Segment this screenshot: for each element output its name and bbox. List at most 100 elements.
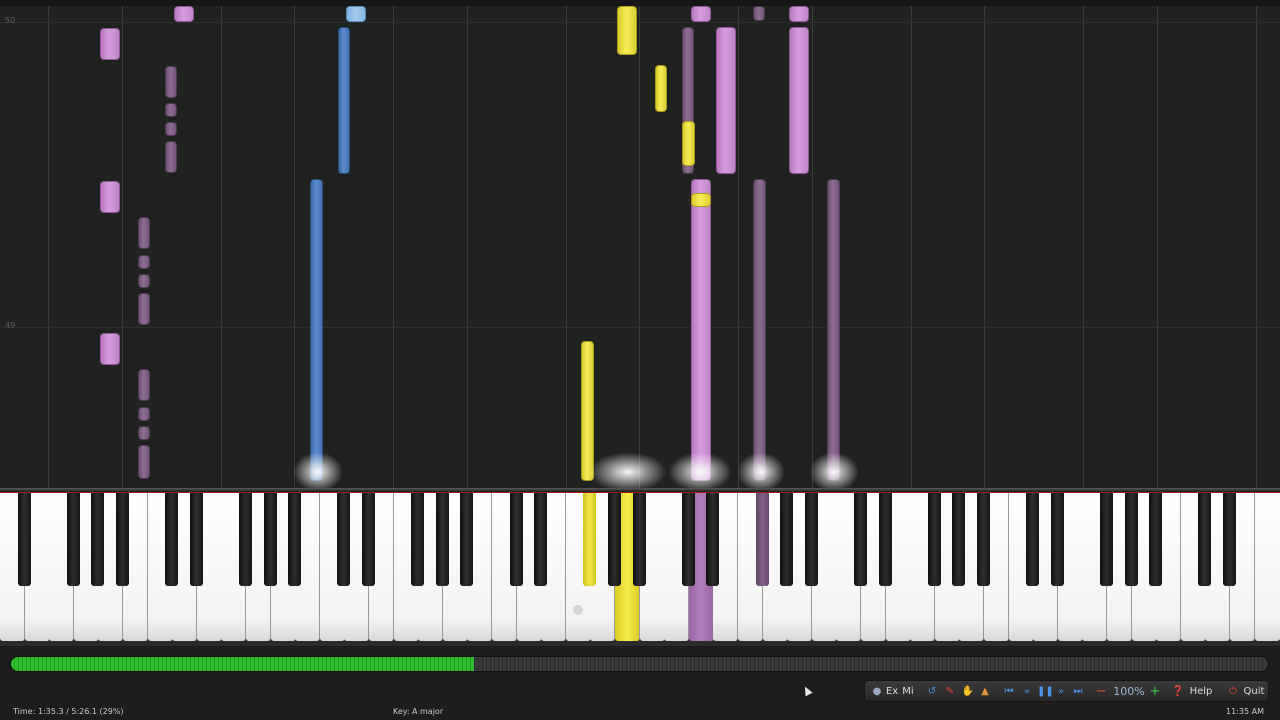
roll-top-border (0, 0, 1280, 6)
playback-toolbar: ● Ex Mi ↺ ✎ ✋ ▲ ⏮ « ❚❚ » ⏭ − 100% + ❓ He… (864, 680, 1269, 702)
octave-line (984, 6, 985, 488)
black-key (534, 493, 548, 586)
key-signature: A major (412, 707, 444, 716)
progress-fill (11, 657, 474, 671)
mi-button[interactable]: Mi (901, 684, 915, 699)
pause-icon[interactable]: ❚❚ (1037, 684, 1054, 699)
note-mauve (138, 426, 150, 440)
note-mauve (165, 122, 177, 136)
black-key (804, 493, 818, 586)
black-key (362, 493, 375, 586)
octave-line (738, 6, 739, 488)
time-value: 1:35.3 / 5:26.1 (29%) (38, 707, 124, 716)
black-key (460, 493, 474, 586)
measure-number: 49 (5, 321, 16, 330)
black-key (411, 493, 425, 586)
octave-line (911, 6, 912, 488)
help-button[interactable]: Help (1187, 684, 1215, 699)
note-mauve (165, 141, 177, 173)
black-key (608, 493, 621, 586)
key-hit-glow (809, 452, 859, 488)
skip-end-icon[interactable]: ⏭ (1071, 684, 1085, 699)
black-key (116, 493, 129, 586)
pencil-icon[interactable]: ✎ (943, 684, 957, 699)
clock: 11:35 AM (1226, 707, 1264, 716)
black-key (165, 493, 179, 586)
quit-icon[interactable]: ⏻ (1226, 684, 1240, 699)
mouse-cursor-icon (801, 684, 813, 697)
song-progress-bar[interactable] (10, 656, 1269, 672)
black-key (509, 493, 523, 586)
note-yellow (682, 121, 695, 166)
measure-line (0, 327, 1280, 328)
black-key (681, 493, 695, 586)
zoom-in-icon[interactable]: + (1148, 684, 1162, 699)
black-key (1149, 493, 1163, 586)
piano-keyboard (0, 488, 1280, 646)
metronome-icon[interactable]: ▲ (978, 684, 992, 699)
black-key (1100, 493, 1113, 586)
note-mauve (138, 293, 150, 325)
octave-line (1083, 6, 1084, 488)
black-key (952, 493, 966, 586)
octave-line (221, 6, 222, 488)
rewind-icon[interactable]: « (1020, 684, 1034, 699)
note-yellow (581, 341, 594, 481)
octave-line (1256, 6, 1257, 488)
black-key (583, 493, 597, 586)
black-key (91, 493, 105, 586)
black-key (17, 493, 31, 586)
key-label: Key: (393, 707, 410, 716)
black-key (632, 493, 646, 586)
octave-line (48, 6, 49, 488)
note-pink (789, 6, 809, 22)
key-hit-glow (668, 452, 732, 488)
note-yellow (655, 65, 667, 112)
octave-line (467, 6, 468, 488)
black-key (977, 493, 990, 586)
key-hit-glow (737, 452, 785, 488)
hand-icon[interactable]: ✋ (961, 684, 975, 699)
falling-notes-area: 50 49 (0, 0, 1280, 488)
note-mauve (138, 407, 150, 421)
black-key (1026, 493, 1040, 586)
note-pink (691, 6, 711, 22)
help-icon[interactable]: ❓ (1171, 684, 1185, 699)
note-mauve (165, 66, 177, 98)
zoom-level: 100% (1113, 685, 1145, 698)
synthesia-window: 50 49 ● Ex Mi ↺ ✎ ✋ ▲ ⏮ « ❚❚ » ⏭ − 100% … (0, 0, 1280, 720)
black-key (337, 493, 351, 586)
black-key (927, 493, 941, 586)
zoom-out-icon[interactable]: − (1094, 684, 1108, 699)
settings-icon[interactable]: ● (870, 684, 884, 699)
key-hit-glow (293, 452, 343, 488)
note-pink (716, 27, 736, 174)
black-key (1198, 493, 1212, 586)
loop-icon[interactable]: ↺ (925, 684, 939, 699)
key-hit-glow (589, 452, 667, 488)
note-mauve (165, 103, 177, 117)
note-blue (310, 179, 323, 481)
note-mauve (138, 255, 150, 269)
black-key (239, 493, 252, 586)
octave-line (294, 6, 295, 488)
quit-button[interactable]: Quit (1243, 684, 1265, 699)
status-bar: Time: 1:35.3 / 5:26.1 (29%) Key: A major… (0, 703, 1280, 720)
note-light-blue (346, 6, 366, 22)
black-key (288, 493, 302, 586)
black-key (1124, 493, 1138, 586)
measure-number: 50 (5, 16, 16, 25)
middle-c-marker (573, 605, 583, 615)
black-key (1223, 493, 1236, 586)
black-key (780, 493, 794, 586)
fast-forward-icon[interactable]: » (1054, 684, 1068, 699)
black-key (435, 493, 449, 586)
black-key (1050, 493, 1064, 586)
octave-line (122, 6, 123, 488)
note-yellow (617, 6, 637, 55)
ex-button[interactable]: Ex (885, 684, 899, 699)
note-mauve (138, 274, 150, 288)
black-key (189, 493, 203, 586)
skip-start-icon[interactable]: ⏮ (1002, 684, 1016, 699)
octave-line (393, 6, 394, 488)
